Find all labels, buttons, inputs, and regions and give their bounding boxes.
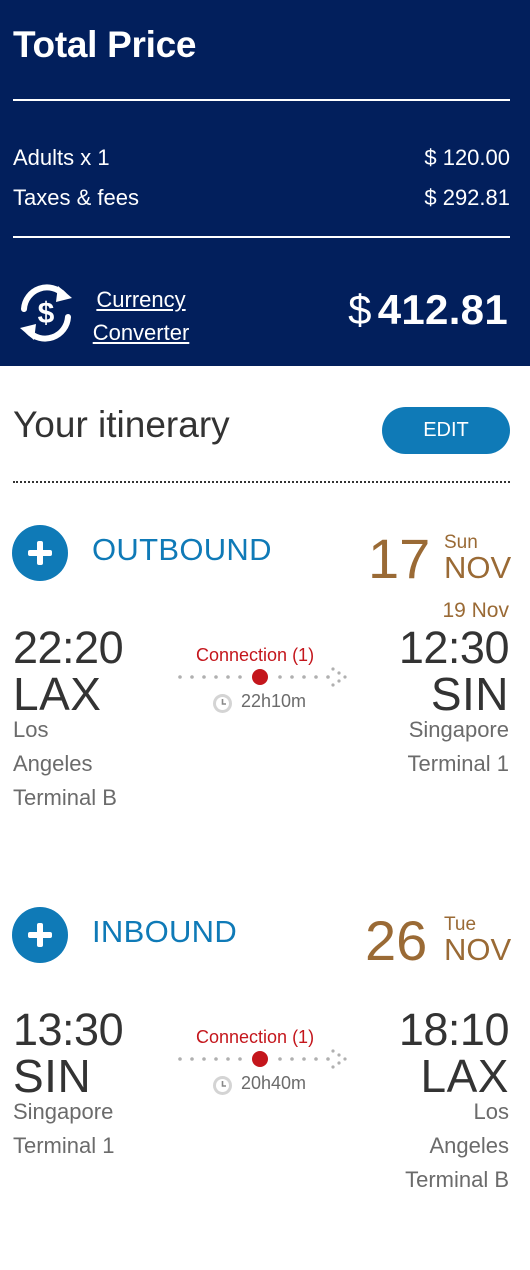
arrival-city-line: Singapore: [408, 717, 509, 742]
divider: [13, 236, 510, 238]
flight-duration: 22h10m: [241, 691, 307, 711]
connection-stop-dot: [252, 669, 268, 685]
departure-terminal: Terminal B: [13, 785, 117, 810]
departure-city-line: Los: [13, 717, 49, 742]
route-line-icon: [178, 667, 347, 687]
price-line-label: Adults x 1: [13, 145, 110, 170]
flight-direction-label: INBOUND: [92, 914, 238, 949]
departure-city-line: Singapore: [13, 1099, 114, 1124]
price-line-amount: $ 292.81: [424, 185, 510, 210]
departure-terminal: Terminal 1: [13, 1133, 115, 1158]
total-currency-symbol: $: [348, 286, 372, 333]
price-line-amount: $ 120.00: [424, 145, 510, 170]
connection-label[interactable]: Connection (1): [196, 1027, 314, 1048]
route-line-icon: [178, 1049, 347, 1069]
arrival-city: Los Angeles Terminal B: [405, 1095, 509, 1197]
arrival-date: 19 Nov: [442, 599, 509, 622]
flight-direction-label: OUTBOUND: [92, 532, 272, 567]
expand-plus-icon[interactable]: [12, 525, 68, 581]
departure-city-line: Angeles: [13, 751, 93, 776]
currency-converter-link[interactable]: Currency Converter: [88, 283, 194, 349]
dotted-divider: [13, 481, 510, 483]
currency-converter-line1: Currency: [96, 287, 186, 312]
departure-month: NOV: [444, 550, 512, 585]
price-line-label: Taxes & fees: [13, 185, 139, 210]
departure-city: Los Angeles Terminal B: [13, 713, 117, 815]
flight-duration: 20h40m: [241, 1073, 307, 1093]
connection-stop-dot: [252, 1051, 268, 1067]
departure-day: 26: [365, 909, 428, 972]
clock-icon: [213, 1076, 232, 1095]
total-price-panel: Total Price Adults x 1 $ 120.00 Taxes & …: [0, 0, 530, 366]
currency-exchange-icon[interactable]: $: [16, 282, 76, 344]
price-line-adults: Adults x 1 $ 120.00: [13, 145, 510, 171]
total-amount: $412.81: [348, 286, 508, 334]
clock-icon: [213, 694, 232, 713]
expand-plus-icon[interactable]: [12, 907, 68, 963]
divider: [13, 99, 510, 101]
connection-label[interactable]: Connection (1): [196, 645, 314, 666]
edit-button[interactable]: EDIT: [382, 407, 510, 454]
svg-text:$: $: [38, 297, 55, 330]
departure-day: 17: [368, 527, 431, 590]
total-value: 412.81: [377, 286, 508, 333]
price-line-taxes: Taxes & fees $ 292.81: [13, 185, 510, 211]
arrival-terminal: Terminal 1: [407, 751, 509, 776]
departure-month: NOV: [444, 932, 512, 967]
currency-converter-line2: Converter: [92, 320, 190, 345]
arrival-city: Singapore Terminal 1: [408, 713, 509, 781]
itinerary-title: Your itinerary: [13, 404, 230, 445]
arrival-terminal: Terminal B: [405, 1167, 509, 1192]
departure-city: Singapore Terminal 1: [13, 1095, 114, 1163]
arrival-city-line: Los: [473, 1099, 509, 1124]
total-price-title: Total Price: [13, 24, 197, 65]
arrival-city-line: Angeles: [429, 1133, 509, 1158]
